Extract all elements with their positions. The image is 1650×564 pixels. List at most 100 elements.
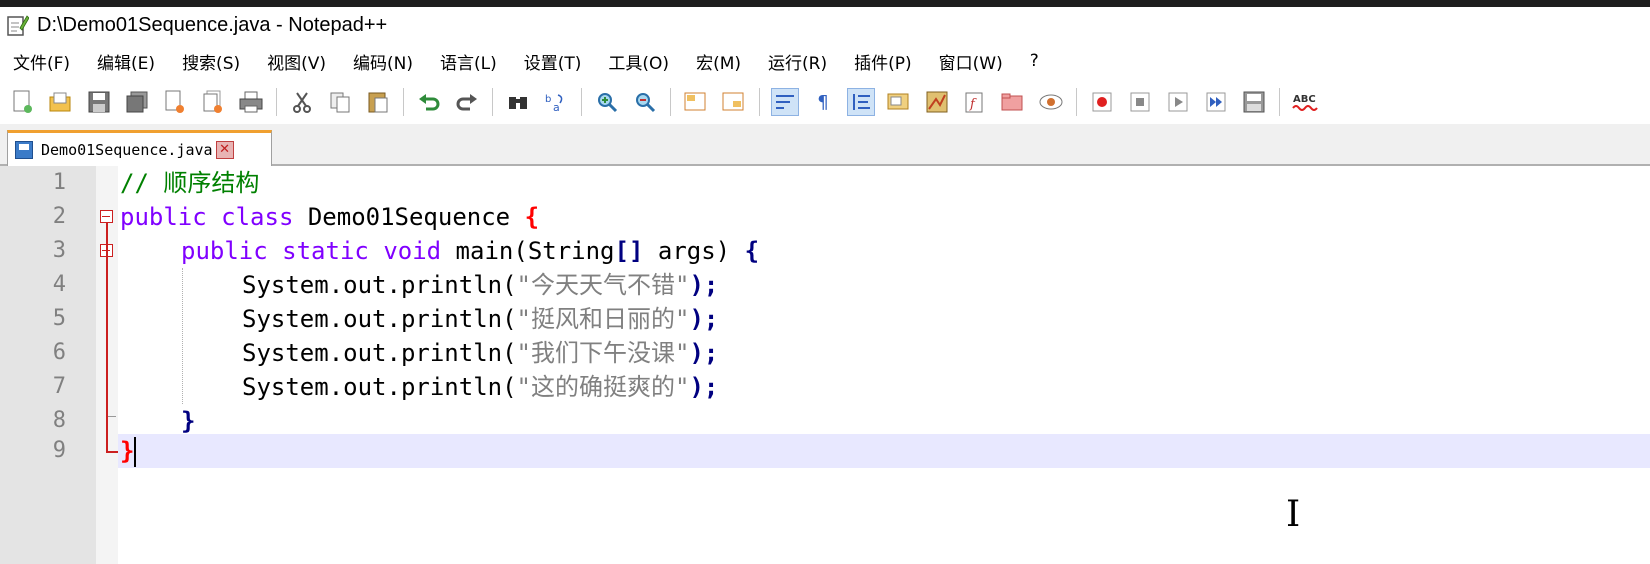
doc-map-icon[interactable] (924, 89, 950, 115)
menu-file[interactable]: 文件(F) (0, 49, 84, 74)
line-number: 5 (52, 306, 66, 331)
spell-check-label: ABC (1293, 94, 1316, 105)
new-file-icon[interactable] (10, 89, 36, 115)
line-number: 2 (52, 204, 66, 229)
zoom-in-icon[interactable] (594, 89, 620, 115)
operator: [] (614, 237, 644, 265)
word-wrap-icon[interactable] (771, 88, 799, 116)
code-text: public static void main(String[] args) { (181, 234, 759, 268)
text-caret (134, 437, 136, 467)
menu-encoding[interactable]: 编码(N) (340, 49, 427, 74)
menu-settings[interactable]: 设置(T) (511, 49, 596, 74)
menu-tools[interactable]: 工具(O) (595, 49, 683, 74)
svg-text:b: b (545, 94, 551, 105)
code-line-2: 2 public class Demo01Sequence { (0, 200, 1650, 234)
close-all-icon[interactable] (200, 89, 226, 115)
toolbar-separator (1076, 88, 1077, 116)
code-text: System.out.println("我们下午没课"); (242, 336, 718, 370)
line-number: 8 (52, 408, 66, 433)
editor-area[interactable]: 1 // 顺序结构 2 public class Demo01Sequence … (0, 166, 1650, 564)
println-call: System.out.println( (242, 339, 517, 367)
menu-run[interactable]: 运行(R) (755, 49, 841, 74)
title-bar: D:\Demo01Sequence.java - Notepad++ (0, 7, 1650, 43)
close-tab-icon[interactable]: ✕ (215, 140, 234, 159)
sync-vertical-icon[interactable] (683, 89, 709, 115)
redo-icon[interactable] (454, 89, 480, 115)
ibeam-cursor-icon: I (1286, 494, 1301, 535)
class-name: Demo01Sequence (293, 203, 525, 231)
menu-edit[interactable]: 编辑(E) (84, 49, 169, 74)
toolbar-separator (492, 88, 493, 116)
replace-icon[interactable]: ba (543, 89, 569, 115)
keyword: void (383, 237, 442, 265)
code-line-6: 6 System.out.println("我们下午没课"); (0, 336, 1650, 370)
copy-icon[interactable] (327, 89, 353, 115)
line-number: 7 (52, 374, 66, 399)
code-text: System.out.println("今天天气不错"); (242, 268, 718, 302)
menu-language[interactable]: 语言(L) (427, 49, 511, 74)
toolbar-separator (759, 88, 760, 116)
keyword: static (282, 237, 369, 265)
menu-window[interactable]: 窗口(W) (926, 49, 1017, 74)
code-text: public class Demo01Sequence { (120, 200, 539, 234)
string-literal: "挺风和日丽的" (516, 305, 690, 333)
play-macro-icon[interactable] (1165, 89, 1191, 115)
save-macro-icon[interactable] (1241, 89, 1267, 115)
spell-check-icon[interactable]: ABC (1292, 89, 1318, 115)
undo-icon[interactable] (416, 89, 442, 115)
keyword: public class (120, 203, 294, 231)
window-top-border (0, 0, 1650, 7)
menu-help[interactable]: ? (1017, 51, 1053, 71)
println-call: System.out.println( (242, 305, 517, 333)
find-icon[interactable] (505, 89, 531, 115)
user-lang-icon[interactable] (886, 89, 912, 115)
code-line-8: 8 } (0, 404, 1650, 438)
toolbar-separator (1279, 88, 1280, 116)
line-number: 9 (52, 438, 66, 463)
close-icon[interactable] (162, 89, 188, 115)
string-literal: "今天天气不错" (516, 271, 690, 299)
folder-as-workspace-icon[interactable] (1000, 89, 1026, 115)
menu-search[interactable]: 搜索(S) (169, 49, 254, 74)
code-text: System.out.println("这的确挺爽的"); (242, 370, 718, 404)
zoom-out-icon[interactable] (632, 89, 658, 115)
paste-icon[interactable] (365, 89, 391, 115)
toolbar-separator (403, 88, 404, 116)
menu-macro[interactable]: 宏(M) (683, 49, 755, 74)
sync-horizontal-icon[interactable] (721, 89, 747, 115)
tab-bar: Demo01Sequence.java ✕ (0, 124, 1650, 166)
notepad-plus-plus-icon (7, 14, 30, 36)
code-line-3: 3 public static void main(String[] args)… (0, 234, 1650, 268)
print-icon[interactable] (238, 89, 264, 115)
save-all-icon[interactable] (124, 89, 150, 115)
menu-view[interactable]: 视图(V) (254, 49, 340, 74)
show-all-chars-icon[interactable]: ¶ (810, 89, 836, 115)
code-line-5: 5 System.out.println("挺风和日丽的"); (0, 302, 1650, 336)
record-macro-icon[interactable] (1089, 89, 1115, 115)
indent-guide-icon[interactable] (847, 88, 875, 116)
tab-demo01sequence[interactable]: Demo01Sequence.java ✕ (7, 130, 272, 166)
toolbar-separator (581, 88, 582, 116)
code-line-9: 9 } (0, 434, 1650, 468)
toolbar: ba ¶ f ABC (0, 80, 1650, 124)
operator: ); (689, 305, 719, 333)
function-list-icon[interactable]: f (962, 89, 988, 115)
brace: } (181, 407, 196, 435)
type-name: String (527, 237, 615, 265)
keyword: public (181, 237, 268, 265)
cut-icon[interactable] (289, 89, 315, 115)
save-icon[interactable] (86, 89, 112, 115)
line-number: 6 (52, 340, 66, 365)
toolbar-separator (276, 88, 277, 116)
tab-label: Demo01Sequence.java (41, 140, 213, 159)
run-macro-multiple-icon[interactable] (1203, 89, 1229, 115)
println-call: System.out.println( (242, 373, 517, 401)
stop-record-icon[interactable] (1127, 89, 1153, 115)
code-comment: // 顺序结构 (120, 169, 260, 197)
method-name: main( (441, 237, 528, 265)
menu-plugins[interactable]: 插件(P) (841, 49, 926, 74)
operator: ); (689, 373, 719, 401)
monitoring-icon[interactable] (1038, 89, 1064, 115)
open-file-icon[interactable] (48, 89, 74, 115)
brace: } (120, 437, 135, 465)
